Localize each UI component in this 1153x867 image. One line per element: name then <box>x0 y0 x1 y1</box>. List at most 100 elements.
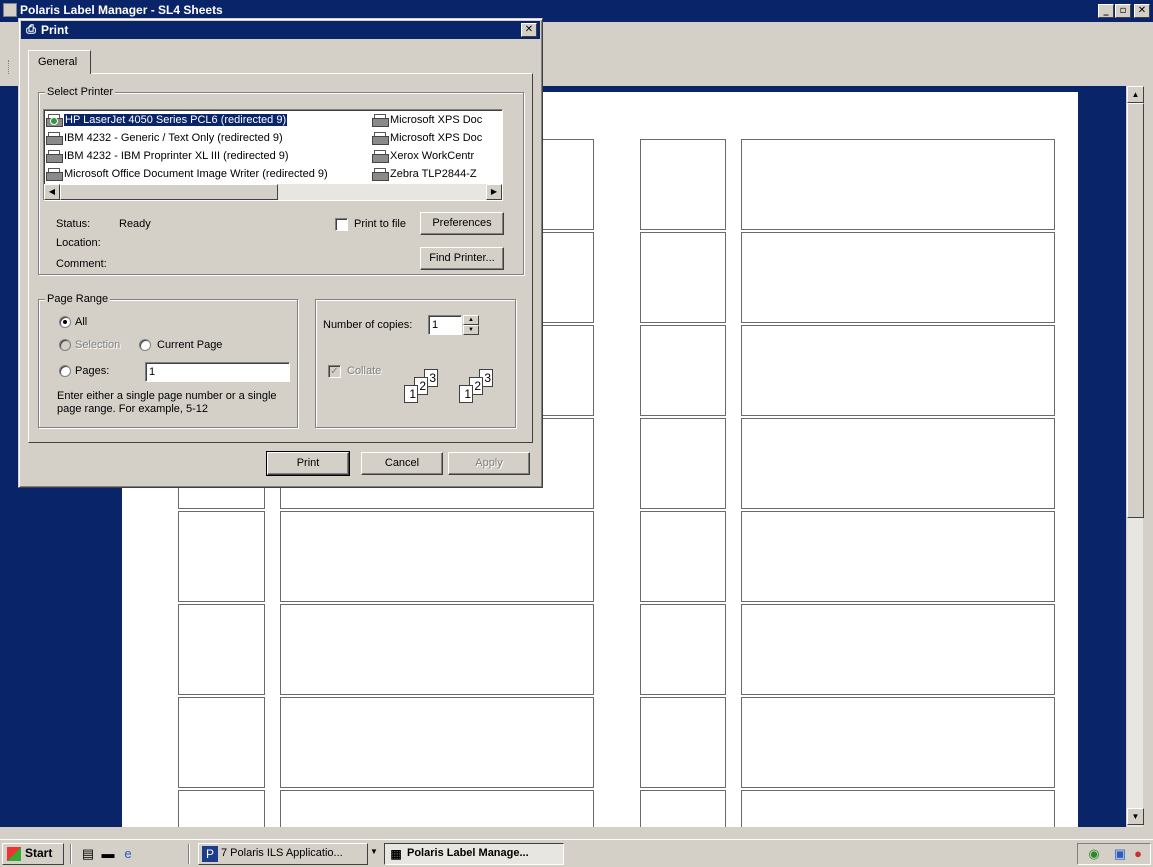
scroll-thumb[interactable] <box>60 184 278 200</box>
page-range-selection-radio[interactable] <box>59 339 71 351</box>
scroll-right-arrow[interactable]: ▶ <box>486 184 502 200</box>
page-range-selection-label: Selection <box>75 339 121 351</box>
printer-item[interactable]: HP LaserJet 4050 Series PCL6 (redirected… <box>45 112 288 130</box>
cancel-button[interactable]: Cancel <box>361 452 443 475</box>
printer-item[interactable]: Xerox WorkCentr <box>371 148 474 166</box>
default-printer-check-icon <box>50 117 58 125</box>
label-cell <box>741 790 1055 827</box>
label-cell <box>280 604 594 695</box>
printer-icon: ⎙ <box>26 22 36 36</box>
page-range-pages-label: Pages: <box>75 365 110 377</box>
scroll-left-arrow[interactable]: ◀ <box>44 184 60 200</box>
app-title: Polaris Label Manager - SL4 Sheets <box>20 3 223 17</box>
spin-up-arrow[interactable]: ▲ <box>463 315 479 325</box>
label-manager-icon: ▦ <box>390 847 402 861</box>
preferences-button[interactable]: Preferences <box>420 212 504 235</box>
spin-down-arrow[interactable]: ▼ <box>463 325 479 335</box>
label-cell <box>280 790 594 827</box>
label-cell <box>640 418 726 509</box>
status-value: Ready <box>119 218 151 230</box>
taskbar-task-label-manager[interactable]: ▦ Polaris Label Manage... <box>384 843 564 865</box>
page-range-all-radio[interactable] <box>59 316 71 328</box>
label-cell <box>741 604 1055 695</box>
collate-pages-icon: 3 2 1 <box>402 369 450 405</box>
scroll-up-arrow[interactable]: ▲ <box>1127 86 1144 103</box>
label-cell <box>640 697 726 788</box>
taskbar: Start ▤ ▬ e P 7 Polaris ILS Applicatio..… <box>0 839 1153 867</box>
copies-spinner[interactable]: ▲ ▼ <box>463 315 479 335</box>
page-range-pages-radio[interactable] <box>59 365 71 377</box>
tab-general[interactable]: General <box>28 50 91 74</box>
label-cell <box>741 325 1055 416</box>
server-manager-icon[interactable]: ▤ <box>80 846 96 862</box>
copies-input[interactable] <box>428 315 462 335</box>
toolbar-grip[interactable] <box>8 60 10 74</box>
label-cell <box>280 697 594 788</box>
printer-item[interactable]: Microsoft Office Document Image Writer (… <box>45 166 328 184</box>
show-desktop-icon[interactable]: ▬ <box>100 846 116 862</box>
printer-item[interactable]: IBM 4232 - Generic / Text Only (redirect… <box>45 130 283 148</box>
apply-button[interactable]: Apply <box>448 452 530 475</box>
printer-list[interactable]: HP LaserJet 4050 Series PCL6 (redirected… <box>43 109 503 201</box>
find-printer-button[interactable]: Find Printer... <box>420 247 504 270</box>
page-range-hint: Enter either a single page number or a s… <box>57 390 277 415</box>
windows-flag-icon <box>7 847 21 861</box>
scroll-thumb[interactable] <box>1127 103 1144 518</box>
printer-icon <box>372 132 389 145</box>
task-label: Polaris Label Manage... <box>407 847 529 859</box>
location-label: Location: <box>56 237 101 249</box>
collate-label: Collate <box>347 365 382 377</box>
print-button[interactable]: Print <box>266 451 350 476</box>
print-to-file-checkbox[interactable] <box>335 218 348 231</box>
page-range-current-page-radio[interactable] <box>139 339 151 351</box>
scroll-down-arrow[interactable]: ▼ <box>1127 808 1144 825</box>
label-cell <box>640 511 726 602</box>
label-cell <box>640 604 726 695</box>
close-button[interactable]: ✕ <box>1134 4 1150 18</box>
label-cell <box>640 790 726 827</box>
collate-pages-icon: 3 2 1 <box>457 369 505 405</box>
task-group-dropdown-icon[interactable]: ▼ <box>370 847 378 861</box>
dialog-title: Print <box>41 23 69 37</box>
tray-network-icon[interactable]: ▣ <box>1112 846 1128 862</box>
label-cell <box>741 511 1055 602</box>
label-cell <box>178 697 265 788</box>
printer-icon <box>372 150 389 163</box>
tray-security-icon[interactable]: ● <box>1130 846 1146 862</box>
label-cell <box>741 418 1055 509</box>
internet-explorer-icon[interactable]: e <box>120 846 136 862</box>
printer-item[interactable]: Zebra TLP2844-Z <box>371 166 477 184</box>
task-label: 7 Polaris ILS Applicatio... <box>221 847 343 859</box>
system-tray: ◉ ▣ ● <box>1077 843 1151 865</box>
app-icon[interactable] <box>3 3 17 17</box>
printer-icon <box>46 132 63 145</box>
label-cell <box>741 232 1055 323</box>
printer-item[interactable]: Microsoft XPS Doc <box>371 112 482 130</box>
printer-icon <box>372 114 389 127</box>
print-to-file-label: Print to file <box>354 218 406 230</box>
pages-input[interactable] <box>145 362 290 382</box>
label-cell <box>741 139 1055 230</box>
number-of-copies-label: Number of copies: <box>323 319 413 331</box>
polaris-icon: P <box>202 846 218 862</box>
page-range-current-page-label: Current Page <box>157 339 223 351</box>
print-dialog: ⎙ Print ✕ General Select Printer HP Lase… <box>18 18 543 488</box>
vertical-scrollbar[interactable]: ▲ ▼ <box>1126 86 1144 827</box>
maximize-button[interactable]: ▫ <box>1115 4 1131 18</box>
tray-status-icon[interactable]: ◉ <box>1086 846 1102 862</box>
minimize-button[interactable]: _ <box>1098 4 1114 18</box>
print-dialog-title-bar[interactable]: ⎙ Print ✕ <box>21 21 540 39</box>
taskbar-task-polaris-ils[interactable]: P 7 Polaris ILS Applicatio... <box>198 843 368 865</box>
select-printer-label: Select Printer <box>45 86 116 98</box>
printer-list-horizontal-scrollbar[interactable]: ◀ ▶ <box>44 184 502 200</box>
label-cell <box>178 604 265 695</box>
status-label: Status: <box>56 218 91 230</box>
label-cell <box>640 139 726 230</box>
start-button[interactable]: Start <box>2 843 64 865</box>
printer-item[interactable]: IBM 4232 - IBM Proprinter XL III (redire… <box>45 148 289 166</box>
printer-icon <box>46 168 63 181</box>
dialog-close-button[interactable]: ✕ <box>521 23 537 37</box>
printer-item[interactable]: Microsoft XPS Doc <box>371 130 482 148</box>
page-range-label: Page Range <box>45 293 111 305</box>
collate-checkbox[interactable]: ✓ <box>328 365 341 378</box>
